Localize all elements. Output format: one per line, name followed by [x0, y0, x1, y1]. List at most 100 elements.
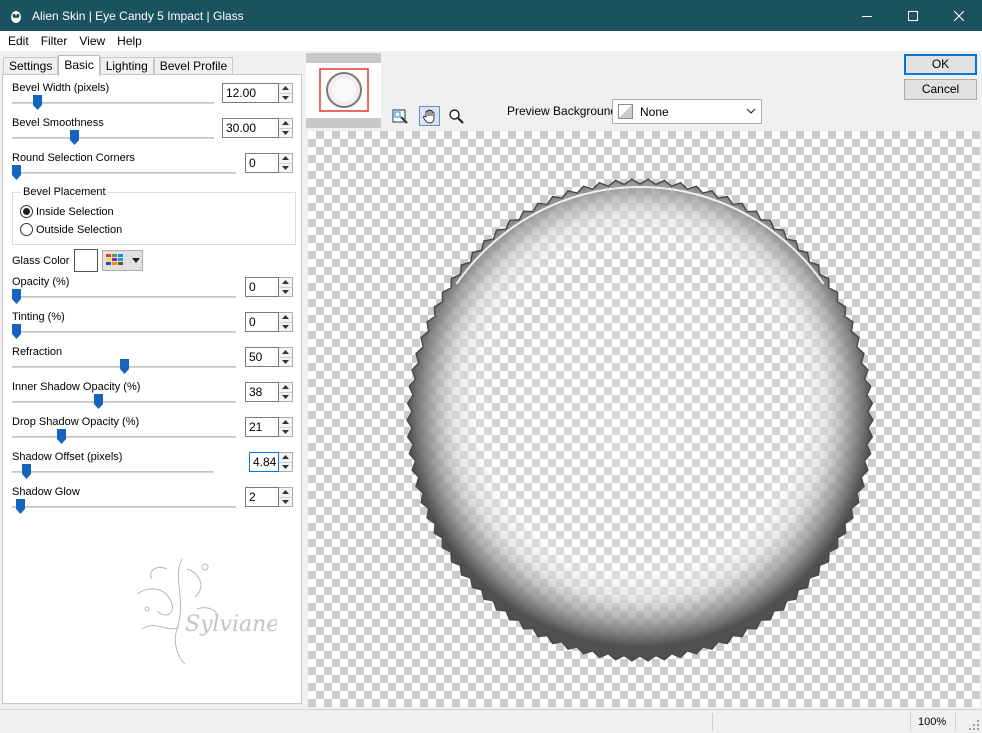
watermark-flourish-logo: Sylviane: [136, 558, 277, 665]
radio-outside-selection[interactable]: Outside Selection: [20, 223, 122, 236]
shadow-offset-input[interactable]: 4.84: [249, 452, 279, 472]
drop-shadow-opacity-input[interactable]: 21: [245, 417, 279, 437]
round-corners-spinner[interactable]: 0: [245, 153, 293, 173]
bevel-width-input[interactable]: 12.00: [222, 83, 279, 103]
opacity-input[interactable]: 0: [245, 277, 279, 297]
bevel-smoothness-input[interactable]: 30.00: [222, 118, 279, 138]
tab-strip: Settings Basic Lighting Bevel Profile: [3, 55, 234, 76]
inner-shadow-opacity-input[interactable]: 38: [245, 382, 279, 402]
tinting-slider[interactable]: [12, 324, 236, 340]
spin-down-icon[interactable]: [279, 92, 292, 103]
shadow-offset-spinner[interactable]: 4.84: [249, 452, 293, 472]
spin-down-icon[interactable]: [279, 162, 292, 173]
cancel-button[interactable]: Cancel: [904, 79, 977, 100]
preview-canvas[interactable]: [308, 131, 980, 707]
opacity-slider[interactable]: [12, 289, 236, 305]
spin-down-icon[interactable]: [279, 391, 292, 402]
bevel-width-spinner[interactable]: 12.00: [222, 83, 293, 103]
radio-circle[interactable]: [20, 205, 33, 218]
slider-thumb[interactable]: [22, 464, 31, 479]
thumbnail-sphere-icon: [326, 72, 362, 108]
spin-down-icon[interactable]: [279, 496, 292, 507]
spin-down-icon[interactable]: [279, 127, 292, 138]
radio-inside-selection[interactable]: Inside Selection: [20, 205, 114, 218]
menu-help[interactable]: Help: [111, 34, 148, 48]
shadow-glow-spinner[interactable]: 2: [245, 487, 293, 507]
close-button[interactable]: [936, 0, 982, 31]
slider-thumb[interactable]: [12, 324, 21, 339]
spin-up-icon[interactable]: [279, 383, 292, 392]
refraction-label: Refraction: [12, 346, 63, 358]
spin-down-icon[interactable]: [279, 286, 292, 297]
spin-down-icon[interactable]: [279, 461, 292, 472]
shadow-glow-input[interactable]: 2: [245, 487, 279, 507]
spin-up-icon[interactable]: [279, 453, 292, 462]
spin-up-icon[interactable]: [279, 119, 292, 128]
zoom-tool-icon: [448, 109, 464, 124]
slider-thumb[interactable]: [94, 394, 103, 409]
spin-up-icon[interactable]: [279, 348, 292, 357]
inner-shadow-opacity-spinner[interactable]: 38: [245, 382, 293, 402]
bevel-width-slider[interactable]: [12, 95, 214, 111]
tab-basic[interactable]: Basic: [58, 55, 100, 76]
maximize-button[interactable]: [890, 0, 936, 31]
color-picker-button[interactable]: [102, 250, 143, 271]
menu-edit[interactable]: Edit: [0, 34, 35, 48]
tab-lighting[interactable]: Lighting: [99, 57, 154, 75]
spin-up-icon[interactable]: [279, 154, 292, 163]
ok-button[interactable]: OK: [904, 54, 977, 75]
menu-view[interactable]: View: [73, 34, 111, 48]
tab-settings[interactable]: Settings: [3, 57, 59, 75]
spin-up-icon[interactable]: [279, 488, 292, 497]
navigate-preview-button[interactable]: [390, 106, 411, 126]
spin-up-icon[interactable]: [279, 84, 292, 93]
glass-color-label: Glass Color: [12, 255, 70, 267]
navigator-thumbnail[interactable]: [306, 53, 381, 128]
bevel-smoothness-spinner[interactable]: 30.00: [222, 118, 293, 138]
preview-background-dropdown[interactable]: None: [612, 99, 762, 124]
spin-down-icon[interactable]: [279, 356, 292, 367]
glass-color-swatch[interactable]: [74, 249, 98, 272]
menu-filter[interactable]: Filter: [35, 34, 74, 48]
resize-grip-icon[interactable]: [968, 719, 980, 731]
preview-background-label: Preview Background:: [507, 104, 621, 118]
tinting-input[interactable]: 0: [245, 312, 279, 332]
minimize-button[interactable]: [844, 0, 890, 31]
spin-up-icon[interactable]: [279, 313, 292, 322]
tinting-spinner[interactable]: 0: [245, 312, 293, 332]
spin-down-icon[interactable]: [279, 321, 292, 332]
refraction-input[interactable]: 50: [245, 347, 279, 367]
slider-thumb[interactable]: [12, 165, 21, 180]
slider-thumb[interactable]: [120, 359, 129, 374]
zoom-level: 100%: [918, 716, 947, 728]
hand-tool-button[interactable]: [419, 106, 440, 126]
inner-shadow-opacity-slider[interactable]: [12, 394, 236, 410]
spin-up-icon[interactable]: [279, 418, 292, 427]
bevel-smoothness-slider[interactable]: [12, 130, 214, 146]
chevron-down-icon: [746, 108, 756, 114]
shadow-offset-slider[interactable]: [12, 464, 214, 480]
drop-shadow-opacity-slider[interactable]: [12, 429, 236, 445]
tab-bevel-profile[interactable]: Bevel Profile: [153, 57, 234, 75]
app-icon[interactable]: [8, 8, 24, 24]
slider-thumb[interactable]: [12, 289, 21, 304]
bevel-smoothness-label: Bevel Smoothness: [12, 117, 104, 129]
radio-circle[interactable]: [20, 223, 33, 236]
drop-shadow-opacity-spinner[interactable]: 21: [245, 417, 293, 437]
shadow-glow-slider[interactable]: [12, 499, 236, 515]
round-corners-input[interactable]: 0: [245, 153, 279, 173]
preview-background-value: None: [640, 104, 669, 119]
slider-thumb[interactable]: [57, 429, 66, 444]
opacity-spinner[interactable]: 0: [245, 277, 293, 297]
round-corners-slider[interactable]: [12, 165, 236, 181]
slider-thumb[interactable]: [70, 130, 79, 145]
spin-down-icon[interactable]: [279, 426, 292, 437]
refraction-slider[interactable]: [12, 359, 236, 375]
slider-thumb[interactable]: [33, 95, 42, 110]
zoom-tool-button[interactable]: [445, 106, 466, 126]
refraction-spinner[interactable]: 50: [245, 347, 293, 367]
spin-up-icon[interactable]: [279, 278, 292, 287]
slider-thumb[interactable]: [16, 499, 25, 514]
glass-sphere-preview: [406, 178, 874, 662]
tinting-label: Tinting (%): [12, 311, 65, 323]
